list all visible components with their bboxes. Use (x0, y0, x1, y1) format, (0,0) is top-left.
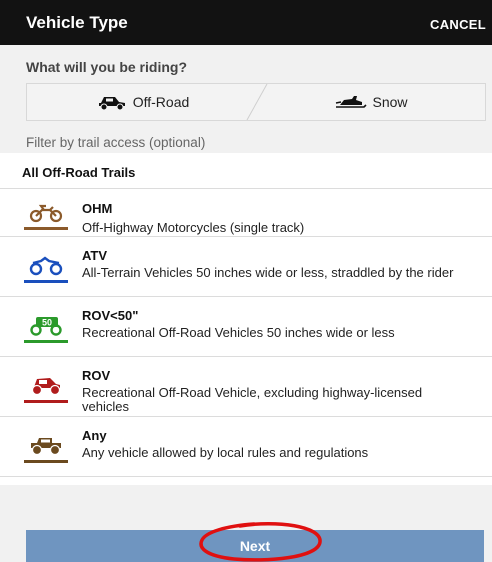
rov-50-icon: 50 (24, 315, 68, 343)
list-item-rov[interactable]: ROV Recreational Off-Road Vehicle, exclu… (0, 357, 492, 417)
item-description: Recreational Off-Road Vehicles 50 inches… (82, 325, 395, 340)
cancel-button[interactable]: CANCEL (430, 17, 486, 32)
list-item-ohm[interactable]: OHM Off-Highway Motorcycles (single trac… (0, 189, 492, 237)
page-title: Vehicle Type (26, 13, 128, 32)
app-header: Vehicle Type CANCEL (0, 0, 492, 45)
offroad-option[interactable]: Off-Road (27, 84, 257, 120)
atv-color-bar (24, 280, 68, 283)
motorcycle-color-bar (24, 227, 68, 230)
rov-50-color-bar (24, 340, 68, 343)
vehicle-category-toggle: Off-Road Snow (26, 83, 486, 121)
item-name: Any (82, 428, 107, 443)
list-item-atv[interactable]: ATV All-Terrain Vehicles 50 inches wide … (0, 237, 492, 297)
snow-option[interactable]: Snow (257, 84, 485, 120)
jeep-color-bar (24, 460, 68, 463)
snow-option-label: Snow (372, 94, 408, 110)
item-name: OHM (82, 201, 113, 216)
rov-50-badge: 50 (42, 318, 52, 328)
item-name: ROV<50" (82, 308, 139, 323)
jeep-icon (24, 435, 68, 463)
snowmobile-icon (336, 96, 368, 108)
trail-filter-label: Filter by trail access (optional) (26, 135, 206, 150)
riding-question: What will you be riding? (26, 59, 187, 75)
motorcycle-icon (24, 202, 68, 230)
vehicle-type-selector: What will you be riding? Off-Road Snow F… (0, 45, 492, 153)
item-name: ATV (82, 248, 108, 263)
item-description: All-Terrain Vehicles 50 inches wide or l… (82, 265, 454, 280)
offroad-vehicle-icon (98, 97, 125, 110)
rov-color-bar (24, 400, 68, 403)
all-offroad-trails-option[interactable]: All Off-Road Trails (0, 153, 492, 189)
all-offroad-trails-label: All Off-Road Trails (22, 165, 136, 180)
item-name: ROV (82, 368, 111, 383)
offroad-option-label: Off-Road (132, 94, 190, 110)
item-description: Off-Highway Motorcycles (single track) (82, 220, 305, 235)
list-item-any[interactable]: Any Any vehicle allowed by local rules a… (0, 417, 492, 477)
rov-icon (24, 375, 68, 403)
item-description: Any vehicle allowed by local rules and r… (82, 445, 369, 460)
atv-icon (24, 255, 68, 283)
item-description: Recreational Off-Road Vehicle, excluding… (82, 385, 423, 414)
red-circle-annotation (199, 522, 322, 562)
list-item-rov-50[interactable]: 50 ROV<50" Recreational Off-Road Vehicle… (0, 297, 492, 357)
